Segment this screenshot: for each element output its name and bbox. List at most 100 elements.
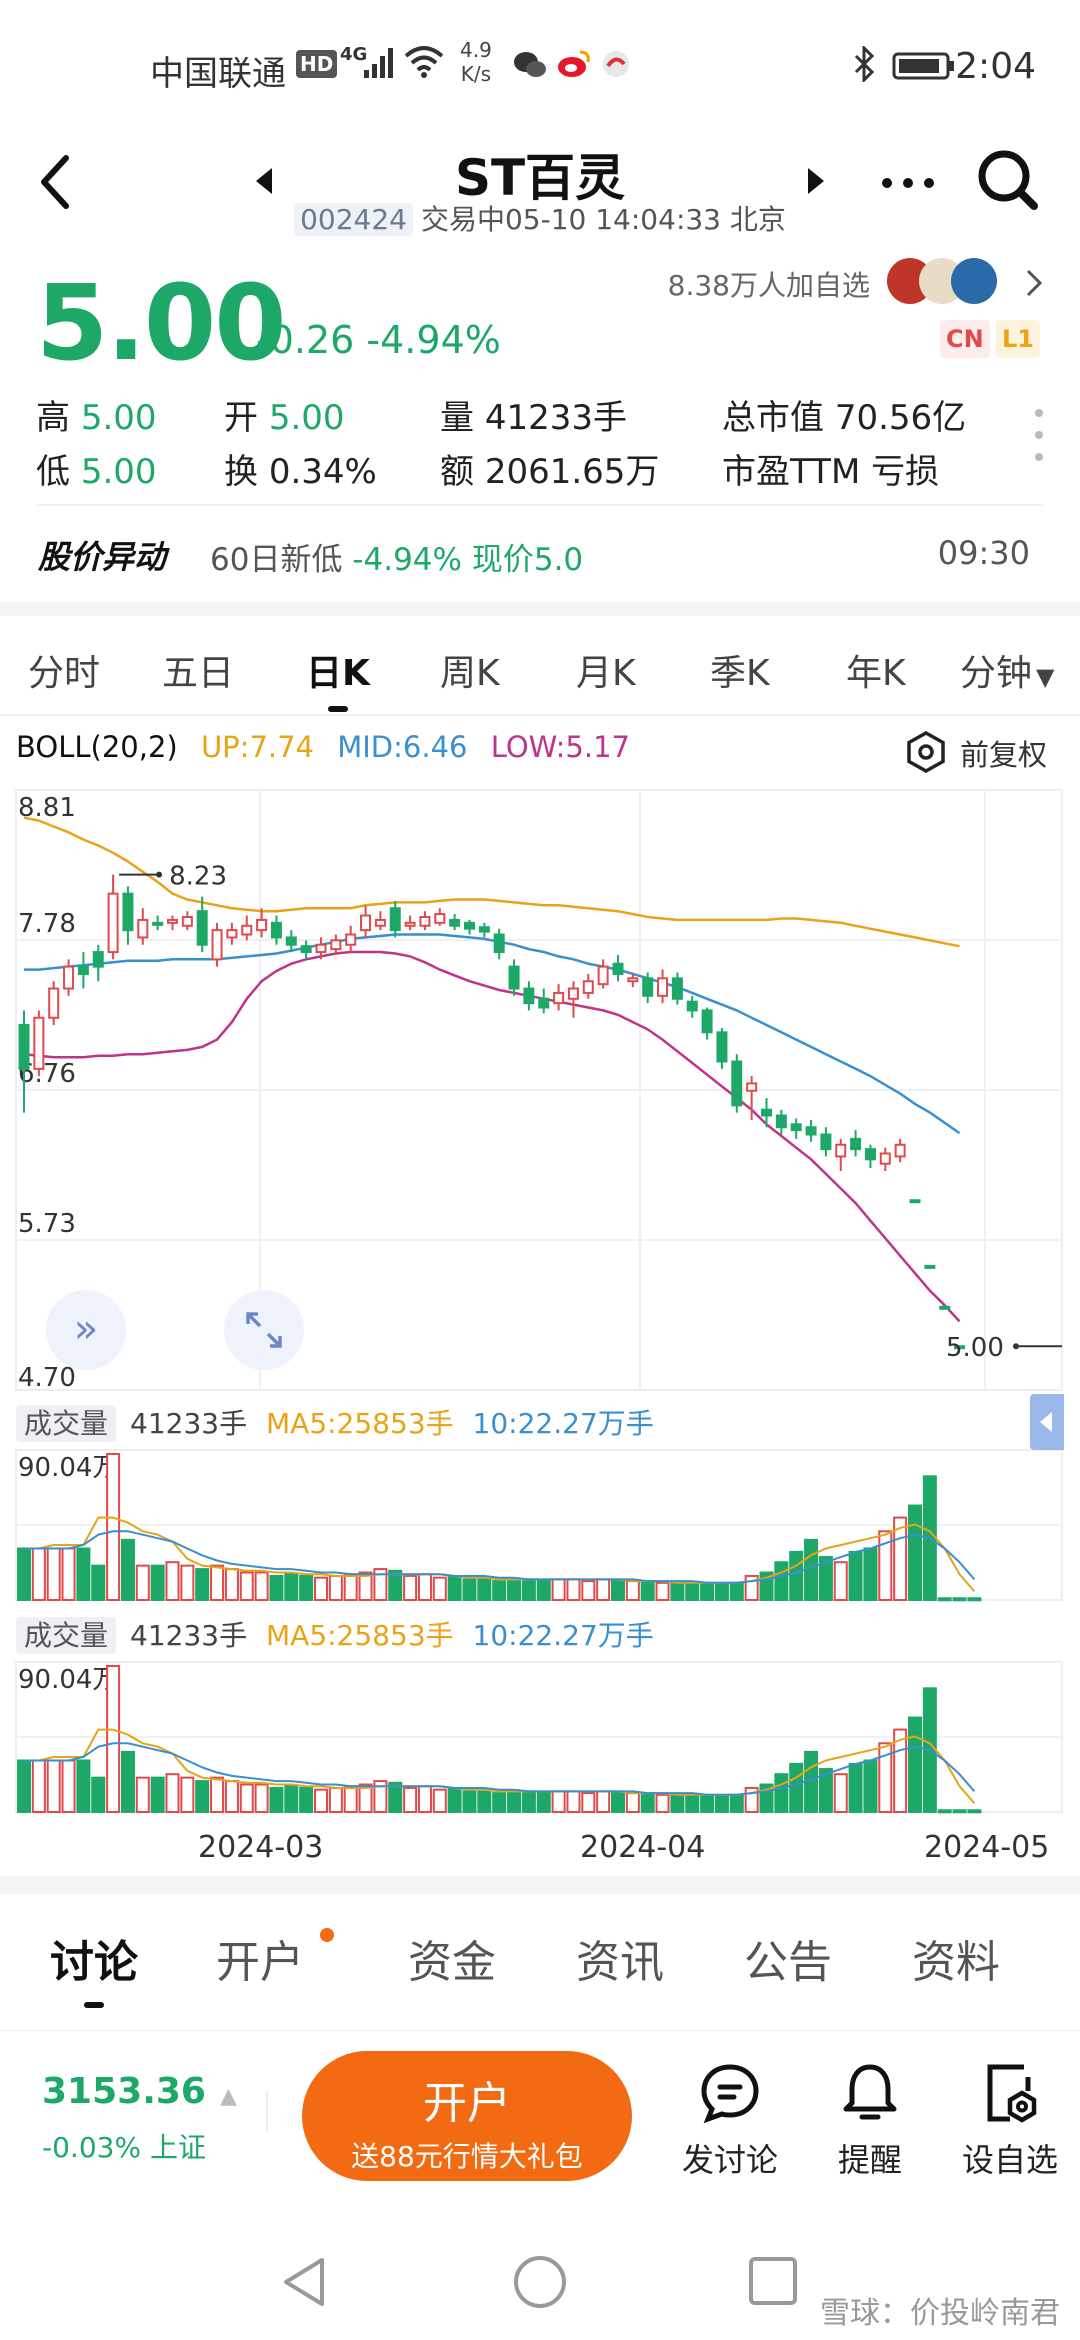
signal-icon <box>364 48 393 78</box>
tab-announcements[interactable]: 公告 <box>744 1926 832 1990</box>
settings-hex-icon[interactable] <box>904 730 948 774</box>
expand-dots-icon[interactable] <box>1034 408 1044 462</box>
volume-bar <box>210 1776 225 1813</box>
candle-body <box>523 987 535 1005</box>
volume-bar <box>106 1453 121 1601</box>
tab-monthly-k[interactable]: 月K <box>576 644 636 696</box>
followers-count[interactable]: 8.38万人加自选 <box>668 264 870 304</box>
price-change: -0.26 -4.94% <box>256 318 501 362</box>
expand-panel-button[interactable]: » <box>46 1290 126 1370</box>
nav-back-icon[interactable] <box>280 2254 330 2310</box>
volume-bar <box>774 1773 789 1814</box>
volume-bar <box>908 1716 922 1814</box>
candle-body <box>597 965 609 986</box>
volume-bar <box>967 1809 982 1814</box>
tab-weekly-k[interactable]: 周K <box>440 644 500 696</box>
tab-intraday[interactable]: 分时 <box>28 644 100 696</box>
volume-bar <box>239 1571 254 1601</box>
candle-body <box>790 1123 802 1132</box>
volume-bar <box>46 1547 61 1601</box>
volume-bar <box>670 1581 685 1602</box>
candle-body <box>508 965 520 990</box>
hd-badge: HD <box>296 50 338 78</box>
volume-bar <box>343 1785 358 1813</box>
tab-quarterly-k[interactable]: 季K <box>710 644 770 696</box>
date-tick: 2024-03 <box>198 1830 324 1865</box>
volume-bar <box>106 1665 121 1813</box>
add-watchlist-button[interactable]: 设自选 <box>950 2061 1070 2181</box>
next-stock-icon[interactable] <box>804 166 826 196</box>
candle-body <box>63 965 75 990</box>
volume-bar <box>343 1573 358 1601</box>
candle-body <box>478 926 490 933</box>
more-icon[interactable] <box>880 176 936 190</box>
app-notification-icon <box>603 51 629 77</box>
chevron-right-icon[interactable] <box>1024 268 1044 298</box>
tab-profile[interactable]: 资料 <box>912 1926 1000 1990</box>
post-discussion-button[interactable]: 发讨论 <box>670 2061 790 2181</box>
nav-home-icon[interactable] <box>512 2254 568 2310</box>
volume-bar <box>596 1790 611 1814</box>
adjust-toggle[interactable]: 前复权 <box>960 732 1047 774</box>
stock-subtitle: 002424 交易中05-10 14:04:33 北京 <box>0 198 1080 238</box>
volume-bar <box>462 1790 477 1814</box>
stat-low: 低 5.00 <box>36 452 157 492</box>
candle-body <box>196 910 208 946</box>
volume-bar <box>952 1597 967 1602</box>
stat-high: 高 5.00 <box>36 398 157 438</box>
volume-bar <box>165 1561 180 1602</box>
price-alert-row[interactable]: 股价异动 60日新低 -4.94% 现价5.0 09:30 <box>0 520 1080 590</box>
candle-body <box>419 916 431 927</box>
volume-bar <box>31 1547 46 1601</box>
tab-minute[interactable]: 分钟 ▼ <box>960 644 1054 696</box>
volume-bar <box>46 1759 61 1813</box>
tab-discuss[interactable]: 讨论 <box>50 1926 138 2008</box>
status-bar: 中国联通 HD 4G 4.9 K/s 2:04 <box>0 0 1080 130</box>
candle-body <box>627 977 639 983</box>
volume-label: 成交量 <box>16 1405 117 1442</box>
volume-bar <box>195 1568 210 1601</box>
tab-funds[interactable]: 资金 <box>408 1926 496 1990</box>
kline-chart[interactable]: 8.817.786.765.734.708.235.0090.04万90.04万 <box>0 780 1080 1830</box>
volume-bar <box>314 1576 328 1602</box>
cn-tag: CN <box>940 320 990 358</box>
fullscreen-button[interactable] <box>224 1290 304 1370</box>
candle-body <box>404 921 416 927</box>
volume-bar <box>299 1574 314 1601</box>
volume-bar <box>403 1786 418 1813</box>
side-collapse-tab[interactable] <box>1030 1394 1064 1450</box>
stat-mktcap: 总市值 70.56亿 <box>722 398 967 438</box>
nav-recent-icon[interactable] <box>748 2256 798 2306</box>
volume-bar <box>521 1578 536 1602</box>
tab-news[interactable]: 资讯 <box>576 1926 664 1990</box>
index-name: 上证 <box>149 2131 206 2164</box>
follower-avatars[interactable] <box>884 256 1010 306</box>
clock: 2:04 <box>955 46 1036 87</box>
volume-bar <box>447 1574 462 1601</box>
tab-open-account[interactable]: 开户 <box>216 1926 304 1990</box>
tab-five-day[interactable]: 五日 <box>162 644 234 696</box>
volume-bar <box>299 1786 314 1813</box>
open-account-button[interactable]: 开户 送88元行情大礼包 <box>302 2051 632 2181</box>
candle-body <box>211 929 223 961</box>
volume-bar <box>61 1547 76 1601</box>
search-icon[interactable] <box>976 148 1040 212</box>
candle-body <box>449 918 461 927</box>
index-ticker[interactable]: 3153.36 ▲ -0.03% 上证 <box>42 2071 237 2166</box>
boll-up-line <box>23 816 960 948</box>
reminder-button[interactable]: 提醒 <box>810 2061 930 2181</box>
volume-bar <box>195 1780 210 1813</box>
volume-max-label: 90.04万 <box>18 1665 118 1695</box>
volume-bar <box>714 1795 729 1814</box>
tab-daily-k[interactable]: 日K <box>306 644 370 712</box>
boll-low-line <box>23 950 961 1323</box>
candle-body <box>894 1143 906 1158</box>
l1-tag: L1 <box>996 320 1040 358</box>
candle-body <box>464 921 475 930</box>
volume-bar <box>952 1809 967 1814</box>
tab-yearly-k[interactable]: 年K <box>846 644 906 696</box>
alert-text: 60日新低 -4.94% 现价5.0 <box>210 542 584 578</box>
volume-bar <box>700 1795 715 1814</box>
candle-body <box>805 1126 817 1136</box>
candle-body <box>48 987 60 1019</box>
